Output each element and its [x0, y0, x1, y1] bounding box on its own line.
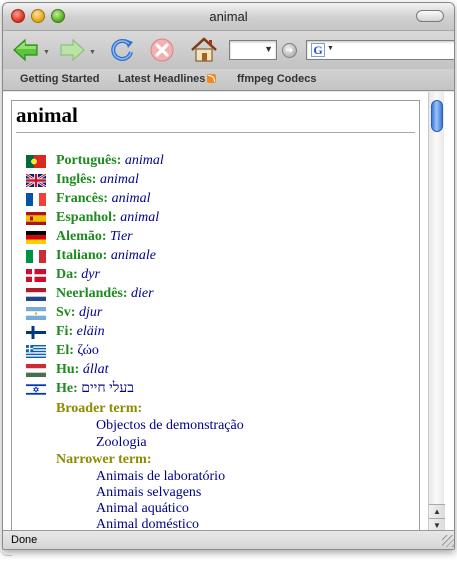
- back-button[interactable]: [11, 35, 41, 65]
- language-label: Alemão:: [56, 229, 107, 244]
- content-area: animal Português: animal Inglês: animal …: [3, 92, 454, 532]
- flag-greece-icon: [26, 345, 46, 358]
- language-label: Inglês:: [56, 172, 97, 187]
- flag-netherlands-icon: [26, 288, 46, 301]
- title-bar: animal: [3, 3, 454, 31]
- flag-light-blue-white-icon: [26, 307, 46, 320]
- translated-term: Tier: [110, 229, 133, 244]
- resize-grip-icon[interactable]: [442, 535, 454, 547]
- bookmark-ffmpeg-codecs[interactable]: ffmpeg Codecs: [237, 73, 316, 85]
- language-label: Italiano:: [56, 248, 108, 263]
- forward-arrow-icon: [60, 38, 85, 62]
- translated-term: dyr: [81, 267, 100, 282]
- url-history-dropdown-icon[interactable]: ▼: [264, 44, 273, 54]
- language-label: Francês:: [56, 191, 109, 206]
- browser-window: animal ▼ ▼ ▼ ➔ G ▼ Getting Started Lates…: [2, 2, 455, 550]
- google-search-engine-icon[interactable]: G: [311, 43, 325, 57]
- window-shadow-edge: [0, 548, 12, 556]
- translated-term: állat: [82, 362, 109, 377]
- home-button[interactable]: [189, 35, 219, 65]
- broader-term-heading: Broader term:: [56, 401, 143, 416]
- page-title: animal: [16, 103, 78, 127]
- bookmarks-toolbar: Getting Started Latest Headlines ffmpeg …: [3, 69, 454, 91]
- status-bar: Done: [3, 530, 454, 549]
- navigation-toolbar: ▼ ▼ ▼ ➔ G ▼: [3, 31, 454, 69]
- search-engine-dropdown-icon[interactable]: ▼: [327, 45, 334, 52]
- scroll-up-arrow-icon[interactable]: ▲: [429, 504, 445, 518]
- window-title: animal: [209, 9, 248, 24]
- broader-term-link[interactable]: Zoologia: [96, 435, 147, 451]
- language-label: El:: [56, 343, 74, 358]
- forward-history-dropdown-icon[interactable]: ▼: [89, 49, 96, 56]
- go-button[interactable]: ➔: [282, 43, 297, 58]
- flag-hungary-icon: [26, 364, 46, 377]
- rss-feed-icon: [207, 74, 217, 83]
- bookmark-getting-started[interactable]: Getting Started: [20, 73, 99, 85]
- bookmark-label: Latest Headlines: [118, 73, 206, 85]
- back-arrow-icon: [13, 38, 38, 62]
- broader-term-link[interactable]: Objectos de demonstração: [96, 418, 244, 434]
- flag-finland-icon: [26, 326, 46, 339]
- translated-term: ζώο: [77, 343, 99, 358]
- title-divider: [16, 132, 415, 133]
- home-icon: [191, 37, 217, 62]
- translated-term: eläin: [76, 324, 105, 339]
- language-label: Hu:: [56, 362, 80, 377]
- translated-term: animal: [111, 191, 151, 206]
- back-history-dropdown-icon[interactable]: ▼: [43, 49, 50, 56]
- url-field[interactable]: ▼: [229, 40, 277, 60]
- bookmark-latest-headlines[interactable]: Latest Headlines: [118, 73, 217, 85]
- translated-term: dier: [131, 286, 154, 301]
- translated-term: djur: [78, 305, 103, 320]
- flag-france-icon: [26, 193, 46, 206]
- flag-italy-icon: [26, 250, 46, 263]
- toolbar-toggle-button[interactable]: [416, 10, 444, 22]
- narrower-term-link[interactable]: Animais selvagens: [96, 485, 201, 501]
- translated-term: animale: [110, 248, 156, 263]
- narrower-term-link[interactable]: Animal doméstico: [96, 517, 199, 531]
- flag-portugal-icon: [26, 155, 46, 168]
- language-label: Português:: [56, 153, 122, 168]
- language-label: Espanhol:: [56, 210, 117, 225]
- language-label: Fi:: [56, 324, 74, 339]
- flag-spain-icon: [26, 212, 46, 225]
- translated-term: בעלי חיים: [81, 381, 135, 396]
- forward-button[interactable]: [57, 35, 87, 65]
- flag-germany-icon: [26, 231, 46, 244]
- language-label: Neerlandês:: [56, 286, 128, 301]
- search-input[interactable]: G ▼: [306, 40, 454, 60]
- status-text: Done: [11, 534, 38, 546]
- stop-button[interactable]: [147, 35, 177, 65]
- language-label: Sv:: [56, 305, 76, 320]
- flag-israel-icon: [26, 383, 46, 396]
- reload-button[interactable]: [107, 35, 137, 65]
- flag-united-kingdom-icon: [26, 174, 46, 187]
- translated-term: animal: [124, 153, 164, 168]
- reload-icon: [111, 38, 133, 61]
- language-label: Da:: [56, 267, 78, 282]
- narrower-term-link[interactable]: Animal aquático: [96, 501, 189, 517]
- flag-denmark-icon: [26, 269, 46, 282]
- page-content: animal Português: animal Inglês: animal …: [11, 100, 420, 531]
- language-label: He:: [56, 381, 78, 396]
- vertical-scrollbar[interactable]: ▲ ▼: [428, 92, 445, 532]
- stop-icon: [150, 38, 174, 62]
- narrower-term-heading: Narrower term:: [56, 452, 152, 467]
- translated-term: animal: [99, 172, 139, 187]
- go-arrow-icon: ➔: [285, 45, 294, 55]
- narrower-term-link[interactable]: Animais de laboratório: [96, 469, 225, 485]
- translated-term: animal: [120, 210, 160, 225]
- scrollbar-thumb[interactable]: [431, 100, 443, 132]
